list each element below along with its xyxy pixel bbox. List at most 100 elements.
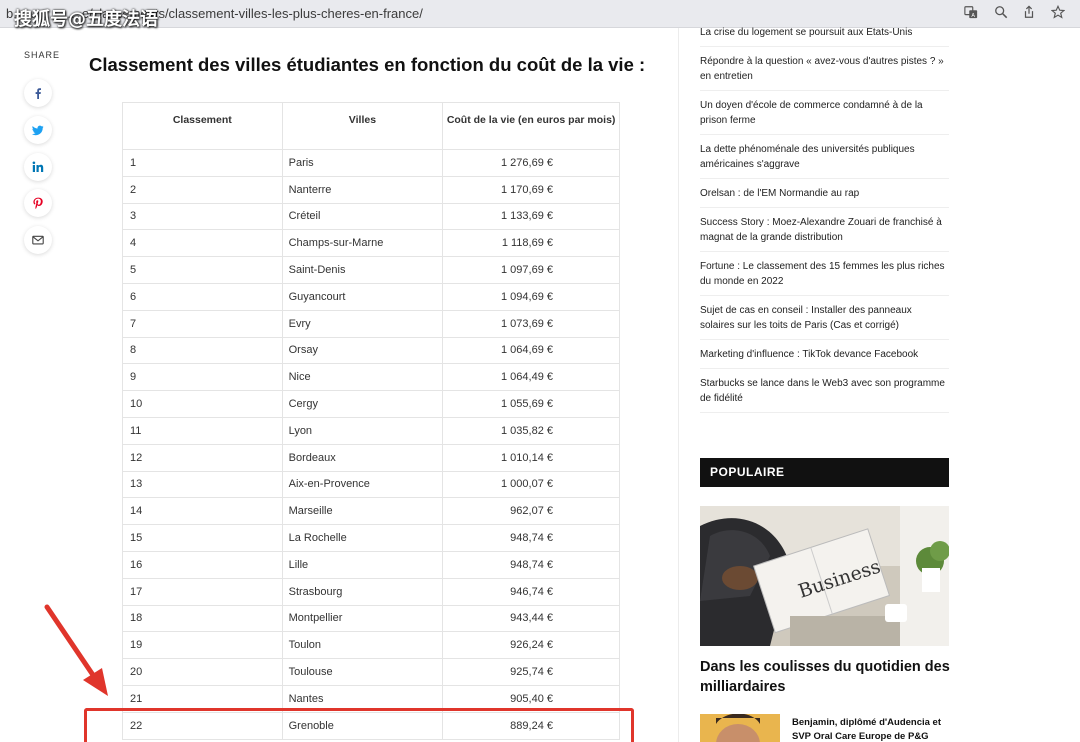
facebook-icon[interactable]: [24, 79, 52, 107]
city-cell: Lille: [281, 550, 444, 579]
popular-section-header: POPULAIRE: [700, 458, 949, 487]
ranking-table: Classement Villes Coût de la vie (en eur…: [122, 102, 620, 740]
table-row: 7 Evry 1 073,69 €: [122, 309, 620, 338]
rank-cell: 8: [122, 336, 283, 365]
city-cell: Lyon: [281, 416, 444, 445]
rank-cell: 4: [122, 229, 283, 258]
cost-cell: 1 094,69 €: [442, 282, 620, 311]
share-page-icon[interactable]: [1020, 5, 1038, 23]
cost-cell: 946,74 €: [442, 577, 620, 606]
popular-thumbnail[interactable]: [700, 714, 780, 742]
cost-cell: 1 064,49 €: [442, 363, 620, 392]
table-row: 15 La Rochelle 948,74 €: [122, 524, 620, 552]
column-header-cost: Coût de la vie (en euros par mois): [442, 102, 620, 150]
column-header-rank: Classement: [122, 102, 283, 150]
column-header-city: Villes: [281, 102, 444, 150]
table-row: 13 Aix-en-Provence 1 000,07 €: [122, 470, 620, 499]
list-item[interactable]: Fortune : Le classement des 15 femmes le…: [700, 252, 949, 296]
cost-cell: 943,44 €: [442, 604, 620, 633]
svg-text:A: A: [971, 13, 975, 19]
cost-cell: 1 276,69 €: [442, 149, 620, 177]
linkedin-icon[interactable]: [24, 153, 52, 181]
list-item[interactable]: La crise du logement se poursuit aux Eta…: [700, 25, 949, 47]
list-item[interactable]: Success Story : Moez-Alexandre Zouari de…: [700, 208, 949, 252]
city-cell: Champs-sur-Marne: [281, 229, 444, 258]
city-cell: Toulon: [281, 631, 444, 660]
city-cell: Bordeaux: [281, 443, 444, 472]
rank-cell: 10: [122, 390, 283, 418]
rank-cell: 15: [122, 524, 283, 552]
table-row: 17 Strasbourg 946,74 €: [122, 577, 620, 606]
bookmark-star-icon[interactable]: [1049, 4, 1067, 23]
table-row: 8 Orsay 1 064,69 €: [122, 336, 620, 365]
city-cell: Strasbourg: [281, 577, 444, 606]
rank-cell: 12: [122, 443, 283, 472]
translate-icon[interactable]: A: [962, 5, 980, 23]
email-icon[interactable]: [24, 226, 52, 254]
cost-cell: 948,74 €: [442, 550, 620, 579]
highlight-box: [84, 708, 634, 742]
table-row: 1 Paris 1 276,69 €: [122, 149, 620, 177]
popular-next-title[interactable]: Benjamin, diplômé d'Audencia et SVP Oral…: [792, 716, 952, 742]
rank-cell: 1: [122, 149, 283, 177]
city-cell: Montpellier: [281, 604, 444, 633]
rank-cell: 16: [122, 550, 283, 579]
popular-article-image[interactable]: Business: [700, 506, 949, 646]
table-row: 16 Lille 948,74 €: [122, 550, 620, 579]
watermark: 搜狐号@五度法语: [14, 9, 158, 30]
cost-cell: 925,74 €: [442, 658, 620, 686]
city-cell: Nanterre: [281, 175, 444, 204]
city-cell: Saint-Denis: [281, 256, 444, 284]
article-title: Classement des villes étudiantes en fonc…: [89, 54, 646, 75]
table-row: 3 Créteil 1 133,69 €: [122, 202, 620, 231]
city-cell: Nice: [281, 363, 444, 392]
city-cell: Guyancourt: [281, 282, 444, 311]
list-item[interactable]: Orelsan : de l'EM Normandie au rap: [700, 179, 949, 208]
rank-cell: 5: [122, 256, 283, 284]
table-row: 5 Saint-Denis 1 097,69 €: [122, 256, 620, 284]
cost-cell: 1 073,69 €: [442, 309, 620, 338]
browser-address-bar[interactable]: b...................e/classements/classe…: [0, 0, 1080, 30]
rank-cell: 19: [122, 631, 283, 660]
zoom-icon[interactable]: [992, 5, 1010, 23]
list-item[interactable]: Sujet de cas en conseil : Installer des …: [700, 296, 949, 340]
list-item[interactable]: La dette phénoménale des universités pub…: [700, 135, 949, 179]
city-cell: Cergy: [281, 390, 444, 418]
rank-cell: 6: [122, 282, 283, 311]
list-item[interactable]: Marketing d'influence : TikTok devance F…: [700, 340, 949, 369]
rank-cell: 9: [122, 363, 283, 392]
cost-cell: 1 055,69 €: [442, 390, 620, 418]
list-item[interactable]: Un doyen d'école de commerce condamné à …: [700, 91, 949, 135]
popular-article-title[interactable]: Dans les coulisses du quotidien des mill…: [700, 657, 950, 697]
city-cell: Orsay: [281, 336, 444, 365]
cost-cell: 948,74 €: [442, 524, 620, 552]
cost-cell: 1 118,69 €: [442, 229, 620, 258]
rank-cell: 17: [122, 577, 283, 606]
city-cell: Créteil: [281, 202, 444, 231]
cost-cell: 926,24 €: [442, 631, 620, 660]
city-cell: Evry: [281, 309, 444, 338]
pinterest-icon[interactable]: [24, 189, 52, 217]
rank-cell: 11: [122, 416, 283, 445]
table-row: 2 Nanterre 1 170,69 €: [122, 175, 620, 204]
table-row: 14 Marseille 962,07 €: [122, 497, 620, 526]
cost-cell: 1 133,69 €: [442, 202, 620, 231]
table-row: 4 Champs-sur-Marne 1 118,69 €: [122, 229, 620, 258]
rank-cell: 14: [122, 497, 283, 526]
city-cell: La Rochelle: [281, 524, 444, 552]
city-cell: Marseille: [281, 497, 444, 526]
cost-cell: 1 170,69 €: [442, 175, 620, 204]
table-row: 19 Toulon 926,24 €: [122, 631, 620, 660]
sidebar-divider: [678, 28, 679, 742]
table-row: 6 Guyancourt 1 094,69 €: [122, 282, 620, 311]
city-cell: Aix-en-Provence: [281, 470, 444, 499]
rank-cell: 7: [122, 309, 283, 338]
list-item[interactable]: Répondre à la question « avez-vous d'aut…: [700, 47, 949, 91]
cost-cell: 962,07 €: [442, 497, 620, 526]
cost-cell: 1 010,14 €: [442, 443, 620, 472]
list-item[interactable]: Starbucks se lance dans le Web3 avec son…: [700, 369, 949, 413]
red-arrow-icon: [44, 604, 108, 696]
table-row: 9 Nice 1 064,49 €: [122, 363, 620, 392]
twitter-icon[interactable]: [24, 116, 52, 144]
share-label: SHARE: [24, 50, 61, 60]
